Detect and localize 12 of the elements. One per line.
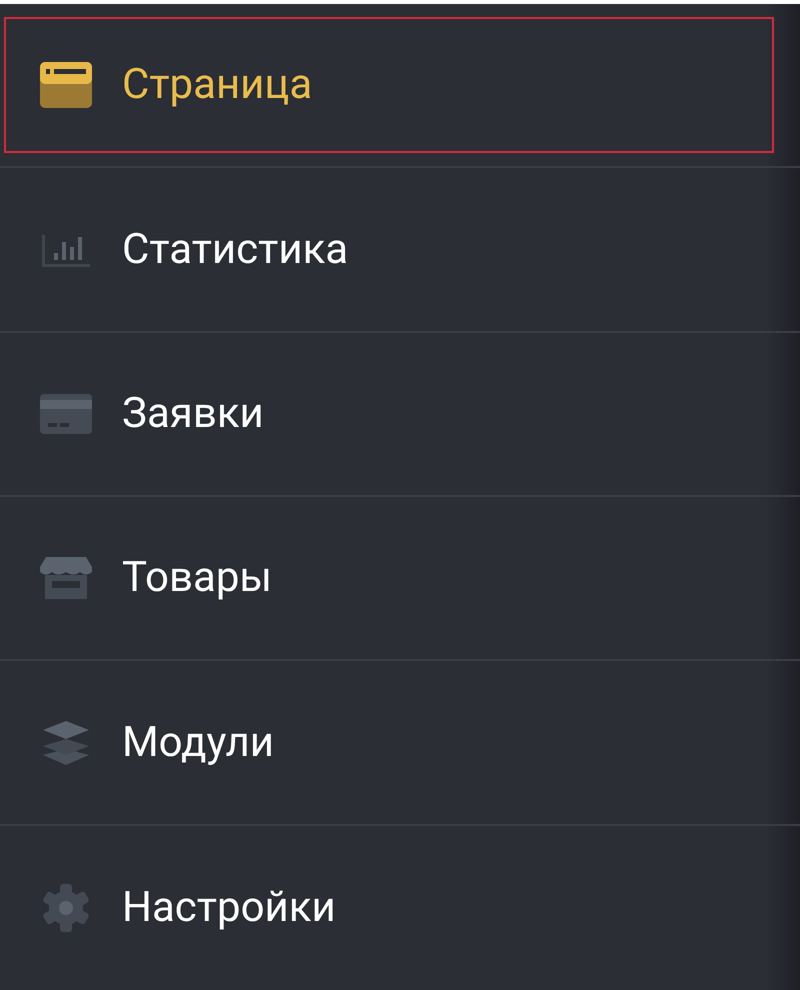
storefront-icon [40,557,92,600]
menu-item[interactable]: Страница [4,17,774,154]
layers-icon [43,720,89,765]
menu-item[interactable]: Заявки [4,346,774,482]
menu-item[interactable]: Модули [4,674,774,811]
browser-window-icon [40,62,92,108]
menu-item[interactable]: Товары [4,510,774,646]
bar-chart-icon [42,232,90,267]
settings-icon [43,884,89,932]
credit-card-icon [40,394,92,434]
menu-item[interactable]: Настройки [4,840,774,976]
menu-item[interactable]: Статистика [4,182,774,318]
